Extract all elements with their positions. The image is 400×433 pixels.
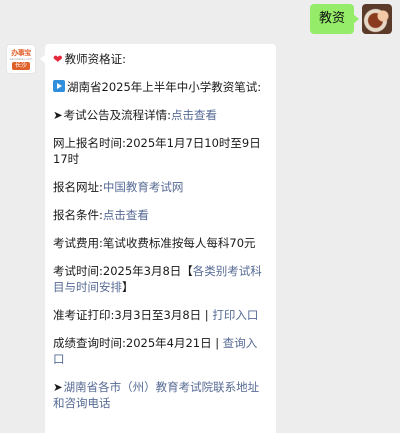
- reg-site-link[interactable]: 中国教育考试网: [103, 180, 184, 194]
- logo-city: 长沙: [11, 61, 30, 70]
- notice-link[interactable]: 点击查看: [171, 108, 217, 122]
- incoming-message-bubble: ❤ 教师资格证: 湖南省2025年上半年中小学教资笔试: ➤考试公告及流程详情:点…: [40, 44, 276, 433]
- conditions-line: 报名条件:点击查看: [53, 208, 149, 222]
- heart-icon: ❤: [53, 52, 63, 66]
- avatar-image: [362, 4, 392, 34]
- reg-time-line: 网上报名时间:2025年1月7日10时至9日17时: [53, 136, 261, 166]
- contact-link[interactable]: 湖南省各市（州）教育考试院联系地址和咨询电话: [53, 380, 259, 410]
- admit-print-link[interactable]: 打印入口: [212, 308, 258, 322]
- user-avatar[interactable]: [362, 4, 392, 34]
- arrow-icon: ➤: [53, 380, 63, 394]
- score-line: 成绩查询时间:2025年4月21日 | 查询入口: [53, 336, 258, 366]
- fee-line: 考试费用:笔试收费标准按每人每科70元: [53, 236, 256, 250]
- outgoing-message-row: 教资: [309, 4, 392, 34]
- message-header: ❤ 教师资格证:: [53, 52, 127, 66]
- logo-brand: 办事宝: [11, 48, 31, 57]
- contact-line: ➤湖南省各市（州）教育考试院联系地址和咨询电话: [53, 379, 268, 411]
- sender-avatar[interactable]: 办事宝 banshibao.com 长沙: [6, 44, 36, 74]
- reg-site-line: 报名网址:中国教育考试网: [53, 180, 184, 194]
- admit-line: 准考证打印:3月3日至3月8日 | 打印入口: [53, 308, 259, 322]
- chat-area: 教资 办事宝 banshibao.com 长沙 ❤ 教师资格证: 湖南省2025年…: [0, 0, 400, 433]
- play-icon: [53, 80, 65, 92]
- exam-time-line: 考试时间:2025年3月8日【各类别考试科目与时间安排】: [53, 264, 262, 294]
- logo-sub: banshibao.com: [9, 56, 33, 61]
- exam-title: 湖南省2025年上半年中小学教资笔试:: [53, 79, 268, 95]
- incoming-message-row: 办事宝 banshibao.com 长沙 ❤ 教师资格证: 湖南省2025年上半年…: [6, 44, 276, 433]
- outgoing-message-bubble[interactable]: 教资: [309, 4, 360, 34]
- arrow-icon: ➤: [53, 108, 63, 122]
- notice-line: ➤考试公告及流程详情:点击查看: [53, 108, 218, 122]
- conditions-link[interactable]: 点击查看: [103, 208, 149, 222]
